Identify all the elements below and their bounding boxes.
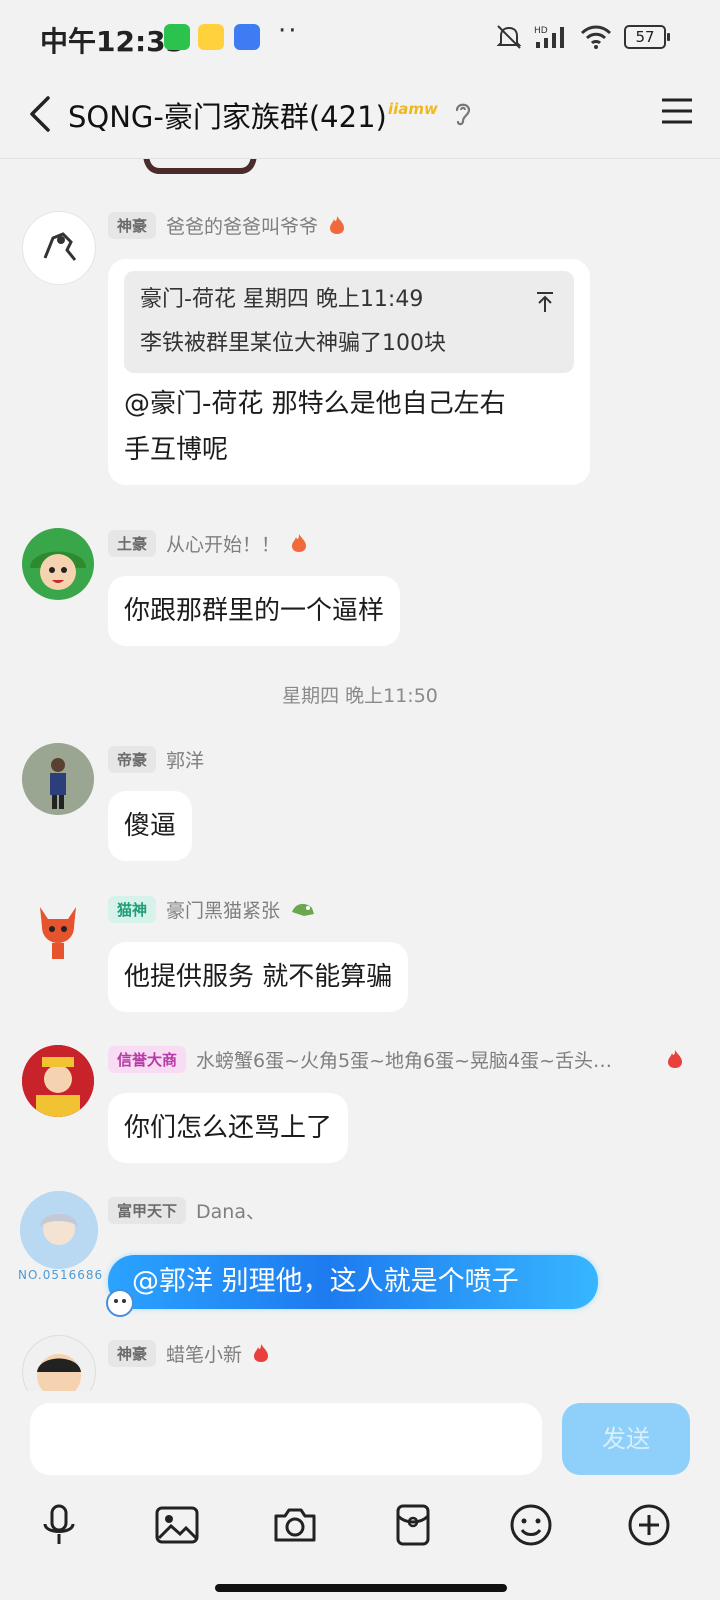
meituan-icon [198,24,224,50]
plus-icon[interactable] [626,1502,672,1548]
person-photo-avatar-icon [22,743,94,815]
quote-header: 豪门-荷花 星期四 晚上11:49 [140,287,424,312]
input-toolbar [0,1480,720,1570]
flame-icon [330,216,345,234]
sticker-image[interactable] [140,159,260,183]
sender-name[interactable]: 水螃蟹6蛋~火角5蛋~地角6蛋~晃脑4蛋~舌头… [196,1046,612,1073]
message-text: 你跟那群里的一个逼样 [124,596,385,626]
title-tag: 猫神 [108,895,157,923]
sender-line: 帝豪 郭洋 [108,744,204,774]
emoji-icon[interactable] [508,1502,554,1548]
message-text: 手互博呢 [124,435,229,465]
ear-icon[interactable] [452,98,474,128]
jump-to-top-icon[interactable] [536,291,554,313]
sender-name[interactable]: 爸爸的爸爸叫爷爷 [166,212,318,239]
app-icon [234,24,260,50]
message-bubble[interactable]: 你跟那群里的一个逼样 [108,576,401,646]
quote-text: 李铁被群里某位大神骗了100块 [140,331,446,356]
watermelon-avatar-icon [30,551,86,590]
chat-header: SQNG-豪门家族群(421) iiamw [0,80,720,159]
message-text: 他提供服务 就不能算骗 [124,962,393,992]
cartoon-avatar-icon [43,232,77,261]
message-bubble[interactable]: 他提供服务 就不能算骗 [108,942,409,1012]
message-bubble[interactable]: 你们怎么还骂上了 [108,1093,349,1163]
more-notifications-icon: ·· [278,16,299,46]
dragon-badge-icon [292,903,315,916]
message-text: 傻逼 [124,811,177,841]
svg-text:HD: HD [534,26,548,36]
avatar[interactable] [22,211,96,285]
chat-area[interactable]: 神豪 爸爸的爸爸叫爷爷 豪门-荷花 星期四 晚上11:49 李铁被群里某位大神骗… [0,159,720,1391]
status-bar: 中午12:33 ·· HD 57 [0,0,720,80]
avatar-caption: NO.0516686 [18,1268,104,1282]
sender-name[interactable]: Dana、 [196,1197,265,1224]
flame-icon [292,534,307,552]
title-tag: 神豪 [108,211,157,239]
sender-line: 土豪 从心开始！！ [108,528,308,558]
status-indicators: HD 57 [496,22,670,52]
menu-icon[interactable] [660,96,694,126]
send-button[interactable]: 发送 [562,1403,690,1475]
message-bubble[interactable]: 豪门-荷花 星期四 晚上11:49 李铁被群里某位大神骗了100块 @豪门-荷花… [108,259,590,485]
decorated-message-bubble[interactable]: @郭洋 别理他，这人就是个喷子 [108,1255,598,1309]
avatar[interactable] [22,1335,96,1391]
message-text: 你们怎么还骂上了 [124,1113,333,1143]
avatar[interactable] [22,1045,94,1117]
title-tag: 神豪 [108,1339,157,1367]
flame-icon [668,1050,682,1068]
signal-icon: HD [534,26,564,48]
sender-line: 神豪 爸爸的爸爸叫爷爷 [108,210,346,240]
group-title[interactable]: SQNG-豪门家族群(421) [68,94,387,136]
message-input[interactable] [30,1403,542,1475]
title-tag: 土豪 [108,529,157,557]
back-arrow-icon[interactable] [26,94,56,134]
sender-line: 信誉大商 水螃蟹6蛋~火角5蛋~地角6蛋~晃脑4蛋~舌头… [108,1044,688,1074]
sender-name[interactable]: 豪门黑猫紧张 [166,896,280,923]
time-divider: 星期四 晚上11:50 [282,685,438,707]
wechat-icon [164,24,190,50]
avatar[interactable] [20,1191,98,1269]
anime-avatar-icon [20,1191,98,1269]
sender-name[interactable]: 郭洋 [166,746,204,773]
quoted-message[interactable]: 豪门-荷花 星期四 晚上11:49 李铁被群里某位大神骗了100块 [124,271,574,373]
wifi-icon [580,25,612,49]
sender-line: 猫神 豪门黑猫紧张 [108,894,316,924]
avatar[interactable] [22,528,94,600]
home-indicator[interactable] [215,1584,507,1592]
sender-line: 神豪 蜡笔小新 [108,1338,270,1368]
message-bubble[interactable]: 傻逼 [108,791,193,861]
crayon-shinchan-avatar-icon [37,1354,81,1391]
flame-icon [254,1344,269,1362]
title-tag: 帝豪 [108,745,157,773]
sender-name[interactable]: 从心开始！！ [166,530,280,557]
message-text: @郭洋 别理他，这人就是个喷子 [132,1266,519,1297]
camera-icon[interactable] [272,1502,318,1548]
input-bar: 发送 [0,1391,720,1479]
mute-bell-icon [496,25,522,49]
battery-icon: 57 [624,25,670,49]
microphone-icon[interactable] [36,1502,82,1548]
fox-avatar-icon [40,907,76,959]
message-text: @豪门-荷花 那特么是他自己左右 [124,389,506,419]
sender-line: 富甲天下 Dana、 [108,1195,265,1225]
title-tag: 信誉大商 [108,1045,187,1073]
red-packet-icon[interactable] [390,1502,436,1548]
avatar[interactable] [22,895,94,967]
sender-name[interactable]: 蜡笔小新 [166,1340,242,1367]
cartoon-sticker-icon [106,1289,134,1317]
avatar[interactable] [22,743,94,815]
vip-badge: iiamw [388,100,438,118]
image-icon[interactable] [154,1502,200,1548]
title-tag: 富甲天下 [108,1196,187,1224]
god-of-wealth-avatar-icon [22,1045,94,1117]
